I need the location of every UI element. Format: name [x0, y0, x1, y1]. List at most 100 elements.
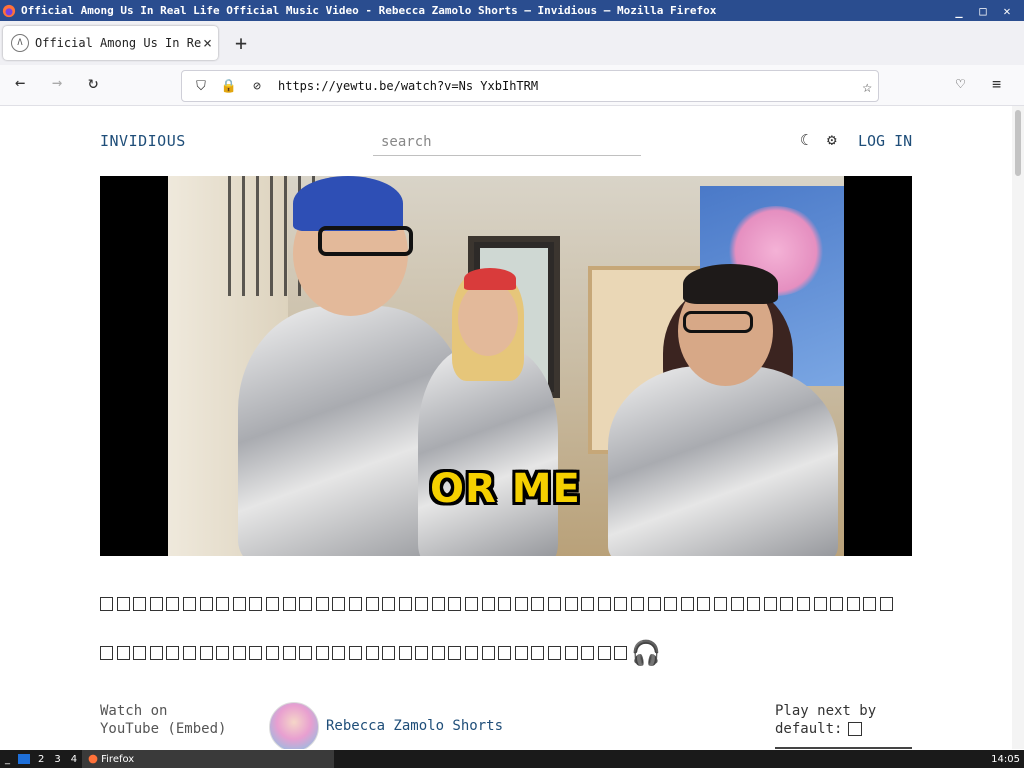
missing-glyph: [796, 596, 810, 611]
channel-avatar[interactable]: [269, 702, 319, 749]
missing-glyph: [498, 596, 512, 611]
firefox-logo-icon: [2, 4, 16, 17]
channel-name[interactable]: Rebecca Zamolo Shorts: [326, 718, 503, 734]
missing-glyph: [182, 596, 196, 611]
watch-on-label[interactable]: Watch on: [100, 702, 226, 720]
video-player[interactable]: OR ME: [100, 176, 912, 556]
login-link[interactable]: LOG IN: [858, 132, 912, 150]
watch-on-youtube-link[interactable]: Watch on YouTube (Embed): [100, 702, 226, 738]
window-titlebar: Official Among Us In Real Life Official …: [0, 0, 1024, 21]
missing-glyph: [382, 646, 396, 660]
workspace-1[interactable]: [18, 754, 30, 764]
dark-mode-icon[interactable]: ☾: [800, 131, 809, 149]
pocket-icon[interactable]: ♡: [956, 75, 965, 93]
divider: [775, 747, 912, 749]
forward-button[interactable]: →: [52, 73, 62, 93]
missing-glyph: [514, 646, 528, 660]
settings-gear-icon[interactable]: ⚙: [827, 130, 837, 149]
missing-glyph: [249, 596, 263, 611]
missing-glyph: [315, 596, 329, 611]
workspace-2[interactable]: 2: [33, 750, 49, 768]
missing-glyph: [713, 596, 727, 611]
missing-glyph: [564, 596, 578, 611]
missing-glyph: [581, 646, 595, 660]
invidious-favicon-icon: Λ: [11, 34, 29, 52]
new-tab-button[interactable]: +: [235, 31, 247, 55]
clock: 14:05: [991, 753, 1020, 765]
maximize-button[interactable]: □: [976, 4, 990, 18]
permissions-icon[interactable]: ⊘: [248, 79, 266, 94]
missing-glyph: [581, 596, 595, 611]
missing-glyph: [747, 596, 761, 611]
missing-glyph: [415, 646, 429, 660]
missing-glyph: [166, 596, 180, 611]
missing-glyph: [116, 596, 130, 611]
lock-icon[interactable]: 🔒: [220, 79, 238, 94]
missing-glyph: [299, 646, 313, 660]
back-button[interactable]: ←: [15, 73, 25, 93]
missing-glyph: [265, 596, 279, 611]
headphones-icon: 🎧: [631, 639, 661, 667]
missing-glyph: [199, 646, 213, 660]
play-next-checkbox[interactable]: [848, 722, 863, 736]
window-title: Official Among Us In Real Life Official …: [21, 4, 717, 17]
missing-glyph: [332, 596, 346, 611]
missing-glyph: [647, 596, 661, 611]
missing-glyph: [398, 646, 412, 660]
youtube-embed-label[interactable]: YouTube (Embed): [100, 720, 226, 738]
missing-glyph: [448, 596, 462, 611]
missing-glyph: [548, 596, 562, 611]
missing-glyph: [232, 596, 246, 611]
missing-glyph: [548, 646, 562, 660]
missing-glyph: [481, 646, 495, 660]
missing-glyph: [631, 596, 644, 611]
minimize-button[interactable]: _: [952, 4, 966, 18]
workspace-3[interactable]: 3: [49, 750, 65, 768]
workspace-4[interactable]: 4: [66, 750, 82, 768]
missing-glyph: [348, 646, 362, 660]
missing-glyph: [465, 596, 479, 611]
taskbar-firefox[interactable]: Firefox: [82, 750, 335, 768]
search-input[interactable]: [373, 128, 641, 156]
video-frame: OR ME: [168, 176, 844, 556]
tab-close-icon[interactable]: ×: [203, 34, 212, 52]
close-window-button[interactable]: ✕: [1000, 4, 1014, 18]
url-bar[interactable]: ⛉ 🔒 ⊘ https://yewtu.be/watch?v=Ns YxbIhT…: [181, 70, 879, 102]
page-scrollbar[interactable]: [1012, 106, 1024, 749]
missing-glyph: [216, 596, 230, 611]
site-logo[interactable]: INVIDIOUS: [100, 132, 186, 150]
missing-glyph: [730, 596, 744, 611]
missing-glyph: [697, 596, 711, 611]
video-title-missing-glyphs: [100, 596, 897, 611]
tab-active[interactable]: Λ Official Among Us In Rea ×: [3, 26, 218, 60]
missing-glyph: [415, 596, 429, 611]
menu-icon[interactable]: ≡: [992, 75, 1001, 93]
missing-glyph: [614, 646, 628, 660]
missing-glyph: [664, 596, 678, 611]
missing-glyph: [365, 596, 379, 611]
os-taskbar: _ 2 3 4 Firefox 14:05: [0, 750, 1024, 768]
missing-glyph: [100, 646, 113, 660]
missing-glyph: [149, 646, 163, 660]
scrollbar-thumb[interactable]: [1015, 110, 1021, 176]
missing-glyph: [232, 646, 246, 660]
shield-icon[interactable]: ⛉: [192, 79, 210, 94]
tab-strip: Λ Official Among Us In Rea × +: [0, 21, 1024, 65]
missing-glyph: [614, 596, 628, 611]
missing-glyph: [597, 646, 611, 660]
url-text[interactable]: https://yewtu.be/watch?v=Ns YxbIhTRM: [278, 79, 862, 93]
play-next-label-2: default:: [775, 721, 843, 737]
missing-glyph: [199, 596, 213, 611]
start-button[interactable]: _: [0, 750, 15, 768]
missing-glyph: [431, 596, 445, 611]
reload-button[interactable]: ↻: [88, 73, 98, 93]
missing-glyph: [398, 596, 412, 611]
missing-glyph: [879, 596, 893, 611]
missing-glyph: [315, 646, 329, 660]
missing-glyph: [531, 646, 545, 660]
missing-glyph: [282, 596, 296, 611]
missing-glyph: [382, 596, 396, 611]
missing-glyph: [299, 596, 313, 611]
missing-glyph: [680, 596, 694, 611]
bookmark-star-icon[interactable]: ☆: [862, 77, 872, 96]
